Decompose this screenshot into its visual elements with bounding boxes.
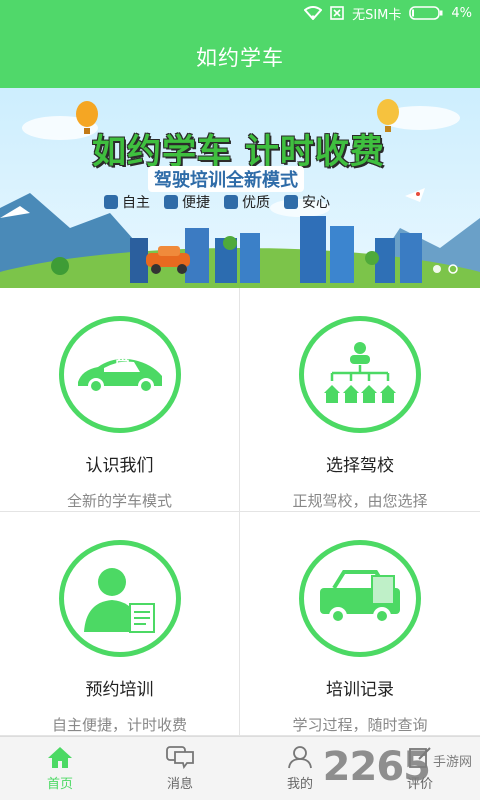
tab-messages[interactable]: 消息 [120, 737, 240, 800]
feature-training-records[interactable]: 培训记录 学习过程，随时查询 [240, 512, 480, 736]
feature-subtitle: 全新的学车模式 [66, 492, 172, 510]
feature-book-training[interactable]: 预约培训 自主便捷，计时收费 [0, 512, 240, 736]
battery-percent: 4% [451, 5, 472, 21]
tag-quality: 优质 [224, 192, 270, 212]
home-icon [48, 747, 72, 768]
tag-autonomy: 自主 [104, 192, 150, 212]
car-badge-text: 学 [115, 357, 130, 374]
no-sim-icon [330, 6, 344, 20]
heart-icon [284, 195, 298, 209]
person-document-icon [83, 567, 155, 633]
carrier-text: 无SIM卡 [352, 7, 402, 23]
feature-subtitle: 正规驾校，由您选择 [292, 492, 428, 510]
promo-banner[interactable]: 如约学车 计时收费 驾驶培训全新模式 自主 便捷 优质 安心 [0, 88, 480, 288]
tag-reassurance: 安心 [284, 192, 330, 212]
feature-title: 培训记录 [326, 680, 394, 700]
tag-convenience: 便捷 [164, 192, 210, 212]
app-header: 如约学车 [0, 26, 480, 88]
tab-home[interactable]: 首页 [0, 737, 120, 800]
tag-label: 优质 [242, 195, 270, 211]
wifi-icon [304, 6, 323, 20]
feature-choose-school[interactable]: 选择驾校 正规驾校，由您选择 [240, 288, 480, 512]
banner-tags: 自主 便捷 优质 安心 [104, 192, 330, 212]
thumb-icon [104, 195, 118, 209]
feature-about-us[interactable]: 学 认识我们 全新的学车模式 [0, 288, 240, 512]
tag-label: 自主 [122, 195, 150, 211]
battery-icon [409, 6, 443, 20]
app-title: 如约学车 [196, 46, 284, 70]
tab-label: 我的 [286, 777, 313, 792]
smile-icon [164, 195, 178, 209]
hierarchy-icon [324, 341, 396, 403]
site-watermark: 2265 手游网 [323, 744, 472, 790]
feature-subtitle: 学习过程，随时查询 [292, 716, 428, 734]
feature-title: 认识我们 [85, 456, 154, 476]
message-icon [166, 746, 194, 769]
booking-circle [58, 540, 181, 657]
tag-label: 安心 [302, 195, 330, 211]
feature-title: 预约培训 [85, 680, 154, 700]
watermark-text: 手游网 [432, 755, 472, 770]
banner-subline: 驾驶培训全新模式 [148, 166, 304, 192]
tab-label: 消息 [166, 777, 193, 792]
school-circle [299, 316, 421, 433]
feature-subtitle: 自主便捷，计时收费 [51, 716, 187, 734]
tag-label: 便捷 [182, 195, 210, 211]
status-bar: 无SIM卡 4% [0, 0, 480, 26]
about-circle: 学 [58, 316, 181, 433]
user-icon [288, 746, 312, 769]
rocket-icon [405, 188, 425, 202]
records-circle [299, 540, 421, 657]
feature-grid: 学 认识我们 全新的学车模式 选择驾校 正规驾校，由您选择 预约培训 自主便捷，… [0, 288, 480, 736]
watermark-number: 2265 [322, 744, 431, 790]
like-icon [224, 195, 238, 209]
tab-label: 首页 [46, 777, 73, 792]
training-car-icon [320, 569, 400, 625]
feature-title: 选择驾校 [326, 456, 394, 476]
